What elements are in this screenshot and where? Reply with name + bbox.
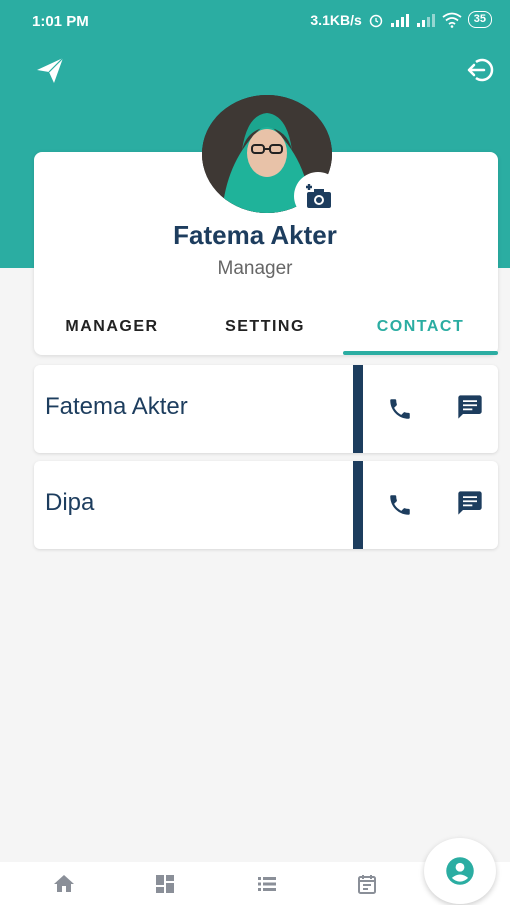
signal-icon-2 [416,13,435,27]
phone-icon[interactable] [384,489,416,521]
contact-divider [353,461,363,549]
send-icon[interactable] [34,54,66,86]
logout-icon[interactable] [464,54,496,86]
tab-setting[interactable]: SETTING [200,318,330,336]
account-circle-icon [446,857,474,885]
calendar-icon[interactable] [355,872,381,898]
tab-manager[interactable]: MANAGER [50,318,174,336]
status-time: 1:01 PM [32,13,89,30]
contact-name: Dipa [45,489,95,516]
alarm-icon [369,14,382,27]
tab-contact[interactable]: CONTACT [343,318,498,336]
profile-fab-button[interactable] [424,838,496,904]
status-indicators: 3.1KB/s 35 [310,11,492,28]
network-speed: 3.1KB/s [310,11,362,28]
contact-divider [353,365,363,453]
add-photo-icon [306,184,331,208]
profile-role: Manager [217,258,293,279]
change-photo-button[interactable] [294,172,342,220]
dashboard-icon[interactable] [153,872,179,898]
status-bar: 1:01 PM 3.1KB/s 35 [0,0,510,40]
message-icon[interactable] [454,391,486,423]
list-icon[interactable] [255,872,281,898]
home-icon[interactable] [52,872,78,898]
wifi-icon [442,12,462,28]
contact-row[interactable]: Dipa [34,461,498,549]
contact-row[interactable]: Fatema Akter [34,365,498,453]
message-icon[interactable] [454,487,486,519]
battery-indicator: 35 [467,11,492,28]
contact-name: Fatema Akter [45,393,188,420]
tab-active-indicator [343,351,498,355]
phone-icon[interactable] [384,393,416,425]
profile-name: Fatema Akter [173,220,337,250]
signal-icon [390,13,409,27]
